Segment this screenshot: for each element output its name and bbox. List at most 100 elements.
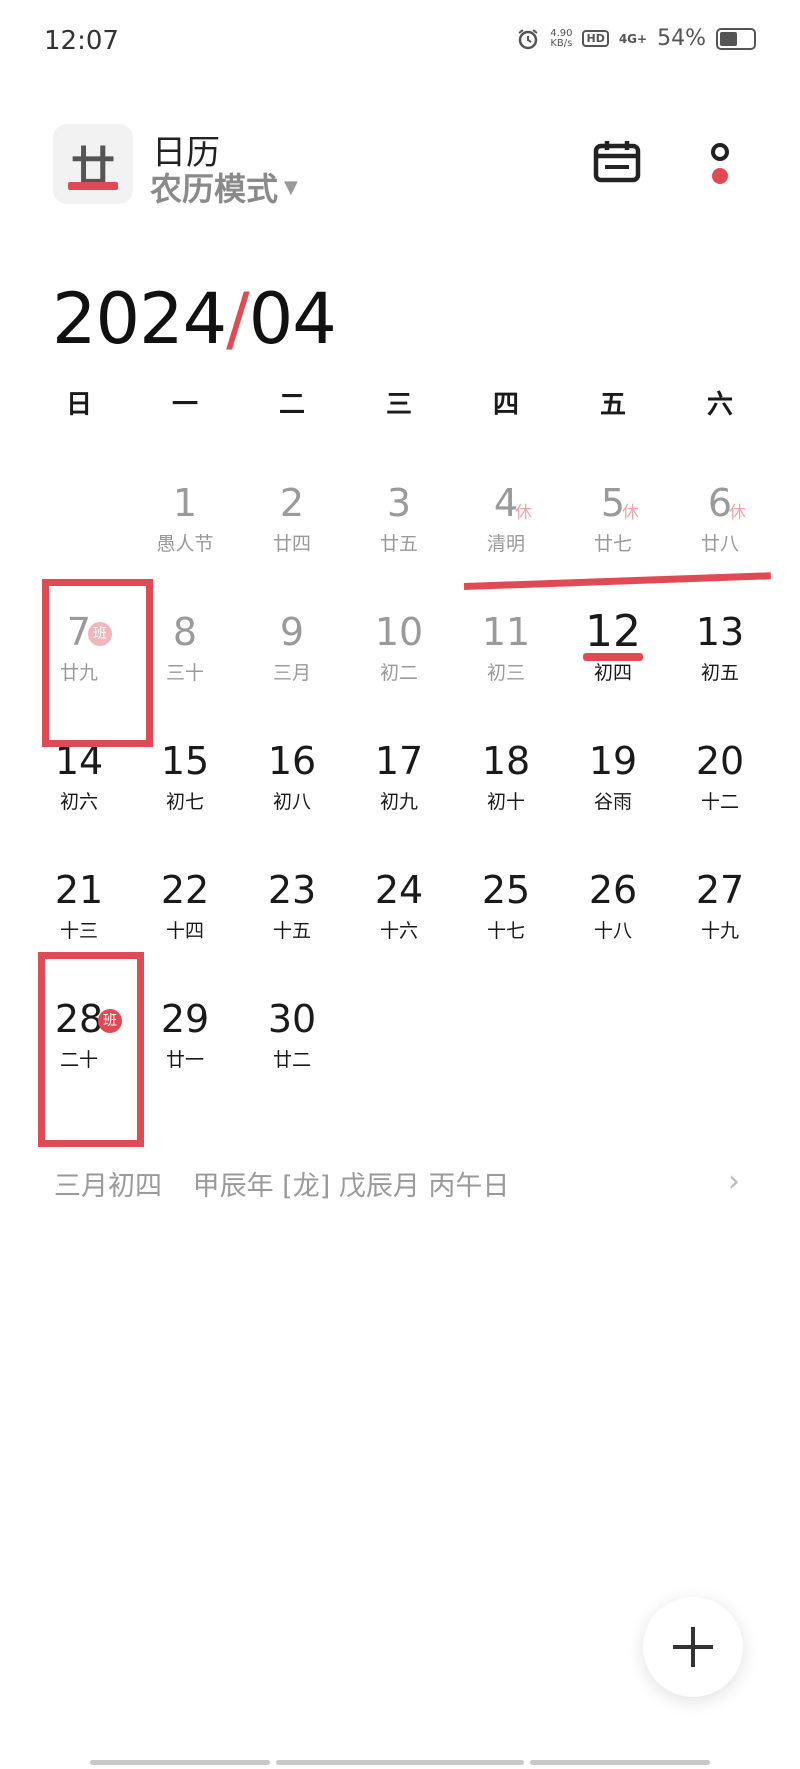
lunar-label: 廿七 — [593, 533, 632, 555]
day-number-text: 2 — [279, 481, 305, 525]
weekday-label: 六 — [706, 390, 733, 420]
day-number: 16 — [239, 739, 345, 783]
annotation-underline-holiday — [463, 572, 771, 590]
more-button[interactable] — [700, 140, 740, 190]
day-number-text: 11 — [481, 610, 531, 654]
day-number-text: 9 — [279, 610, 305, 654]
day-cell[interactable]: 15 初七 — [132, 739, 238, 815]
day-number-text: 30 — [267, 997, 317, 1041]
day-cell[interactable]: 27 十九 — [667, 868, 773, 944]
more-icon — [711, 143, 729, 184]
lunar-label: 十二 — [700, 791, 739, 813]
day-number: 24 — [346, 868, 452, 912]
day-cell[interactable]: 30 廿二 — [239, 997, 345, 1073]
lunar-label: 初九 — [379, 791, 418, 813]
day-cell[interactable]: 20 十二 — [667, 739, 773, 815]
battery-icon — [716, 27, 756, 50]
day-cell[interactable]: 24 十六 — [346, 868, 452, 944]
weekday-label: 三 — [385, 390, 412, 420]
day-cell[interactable]: 16 初八 — [239, 739, 345, 815]
day-number-text: 24 — [374, 868, 424, 912]
lunar-label: 十八 — [593, 920, 632, 942]
day-number-text: 13 — [695, 610, 745, 654]
lunar-label: 初八 — [272, 791, 311, 813]
day-number: 25 — [453, 868, 559, 912]
day-number-text: 18 — [481, 739, 531, 783]
day-number: 6休 — [667, 481, 773, 525]
net-speed: 4.90 KB/s — [550, 28, 573, 49]
day-number-text: 23 — [267, 868, 317, 912]
net-speed-unit: KB/s — [550, 37, 573, 49]
calendar-view-button[interactable] — [592, 138, 642, 186]
lunar-label: 初二 — [379, 662, 418, 684]
alarm-icon — [516, 27, 540, 51]
day-cell[interactable]: 14 初六 — [26, 739, 132, 815]
day-number-text: 16 — [267, 739, 317, 783]
day-number: 21 — [26, 868, 132, 912]
day-cell[interactable]: 22 十四 — [132, 868, 238, 944]
mode-selector[interactable]: 农历模式 ▼ — [150, 164, 298, 210]
day-cell[interactable]: 10 初二 — [346, 610, 452, 686]
day-number-text: 20 — [695, 739, 745, 783]
day-cell[interactable]: 25 十七 — [453, 868, 559, 944]
day-cell[interactable]: 18 初十 — [453, 739, 559, 815]
day-number: 19 — [560, 739, 666, 783]
day-cell[interactable]: 13 初五 — [667, 610, 773, 686]
lunar-label: 十三 — [59, 920, 98, 942]
app-logo-bar — [68, 182, 118, 190]
add-event-button[interactable] — [643, 1597, 743, 1697]
day-number: 4休 — [453, 481, 559, 525]
annotation-box-day-28 — [38, 952, 144, 1147]
day-number-text: 10 — [374, 610, 424, 654]
lunar-label: 初四 — [593, 662, 632, 684]
day-cell[interactable]: 26 十八 — [560, 868, 666, 944]
weekday-label: 日 — [65, 390, 92, 420]
day-cell[interactable]: 12 初四 — [560, 610, 666, 686]
day-cell[interactable]: 4 休清明 — [453, 481, 559, 557]
day-number: 1 — [132, 481, 238, 525]
today-indicator — [583, 653, 643, 661]
weekday-label: 五 — [599, 390, 626, 420]
day-number: 13 — [667, 610, 773, 654]
day-cell[interactable]: 23 十五 — [239, 868, 345, 944]
day-number-text: 8 — [172, 610, 198, 654]
day-cell[interactable]: 3 廿五 — [346, 481, 452, 557]
day-number-text: 17 — [374, 739, 424, 783]
lunar-label: 谷雨 — [593, 791, 632, 813]
mode-label: 农历模式 — [150, 170, 279, 208]
day-number: 2 — [239, 481, 345, 525]
lunar-info-row[interactable]: 三月初四 甲辰年 [龙] 戊辰月 丙午日 — [54, 1164, 531, 1203]
plus-icon — [673, 1627, 713, 1667]
lunar-label: 初十 — [486, 791, 525, 813]
day-cell[interactable]: 17 初九 — [346, 739, 452, 815]
day-cell[interactable]: 2 廿四 — [239, 481, 345, 557]
lunar-label: 十七 — [486, 920, 525, 942]
calendar-icon — [593, 141, 641, 183]
dropdown-arrow-icon: ▼ — [284, 176, 298, 198]
lunar-label: 初三 — [486, 662, 525, 684]
weekday-label: 一 — [171, 390, 198, 420]
lunar-label: 十四 — [165, 920, 204, 942]
day-number: 11 — [453, 610, 559, 654]
nav-gesture-bar — [530, 1760, 710, 1765]
day-cell[interactable]: 5 休廿七 — [560, 481, 666, 557]
lunar-date: 三月初四 — [54, 1171, 162, 1202]
day-cell[interactable]: 21 十三 — [26, 868, 132, 944]
day-cell[interactable]: 29 廿一 — [132, 997, 238, 1073]
day-cell[interactable]: 19 谷雨 — [560, 739, 666, 815]
hd-icon: HD — [582, 30, 609, 47]
lunar-label: 三月 — [272, 662, 311, 684]
day-number-text: 25 — [481, 868, 531, 912]
chevron-right-icon[interactable]: › — [728, 1164, 740, 1199]
nav-gesture-bar — [90, 1760, 270, 1765]
day-cell[interactable]: 9 三月 — [239, 610, 345, 686]
day-cell[interactable]: 1 愚人节 — [132, 481, 238, 557]
day-number-text: 1 — [172, 481, 198, 525]
lunar-label: 廿八 — [700, 533, 739, 555]
day-number: 23 — [239, 868, 345, 912]
day-number-text: 27 — [695, 868, 745, 912]
rest-day-badge: 休 — [729, 503, 746, 523]
day-cell[interactable]: 11 初三 — [453, 610, 559, 686]
lunar-label: 廿二 — [272, 1049, 311, 1071]
day-cell[interactable]: 6 休廿八 — [667, 481, 773, 557]
